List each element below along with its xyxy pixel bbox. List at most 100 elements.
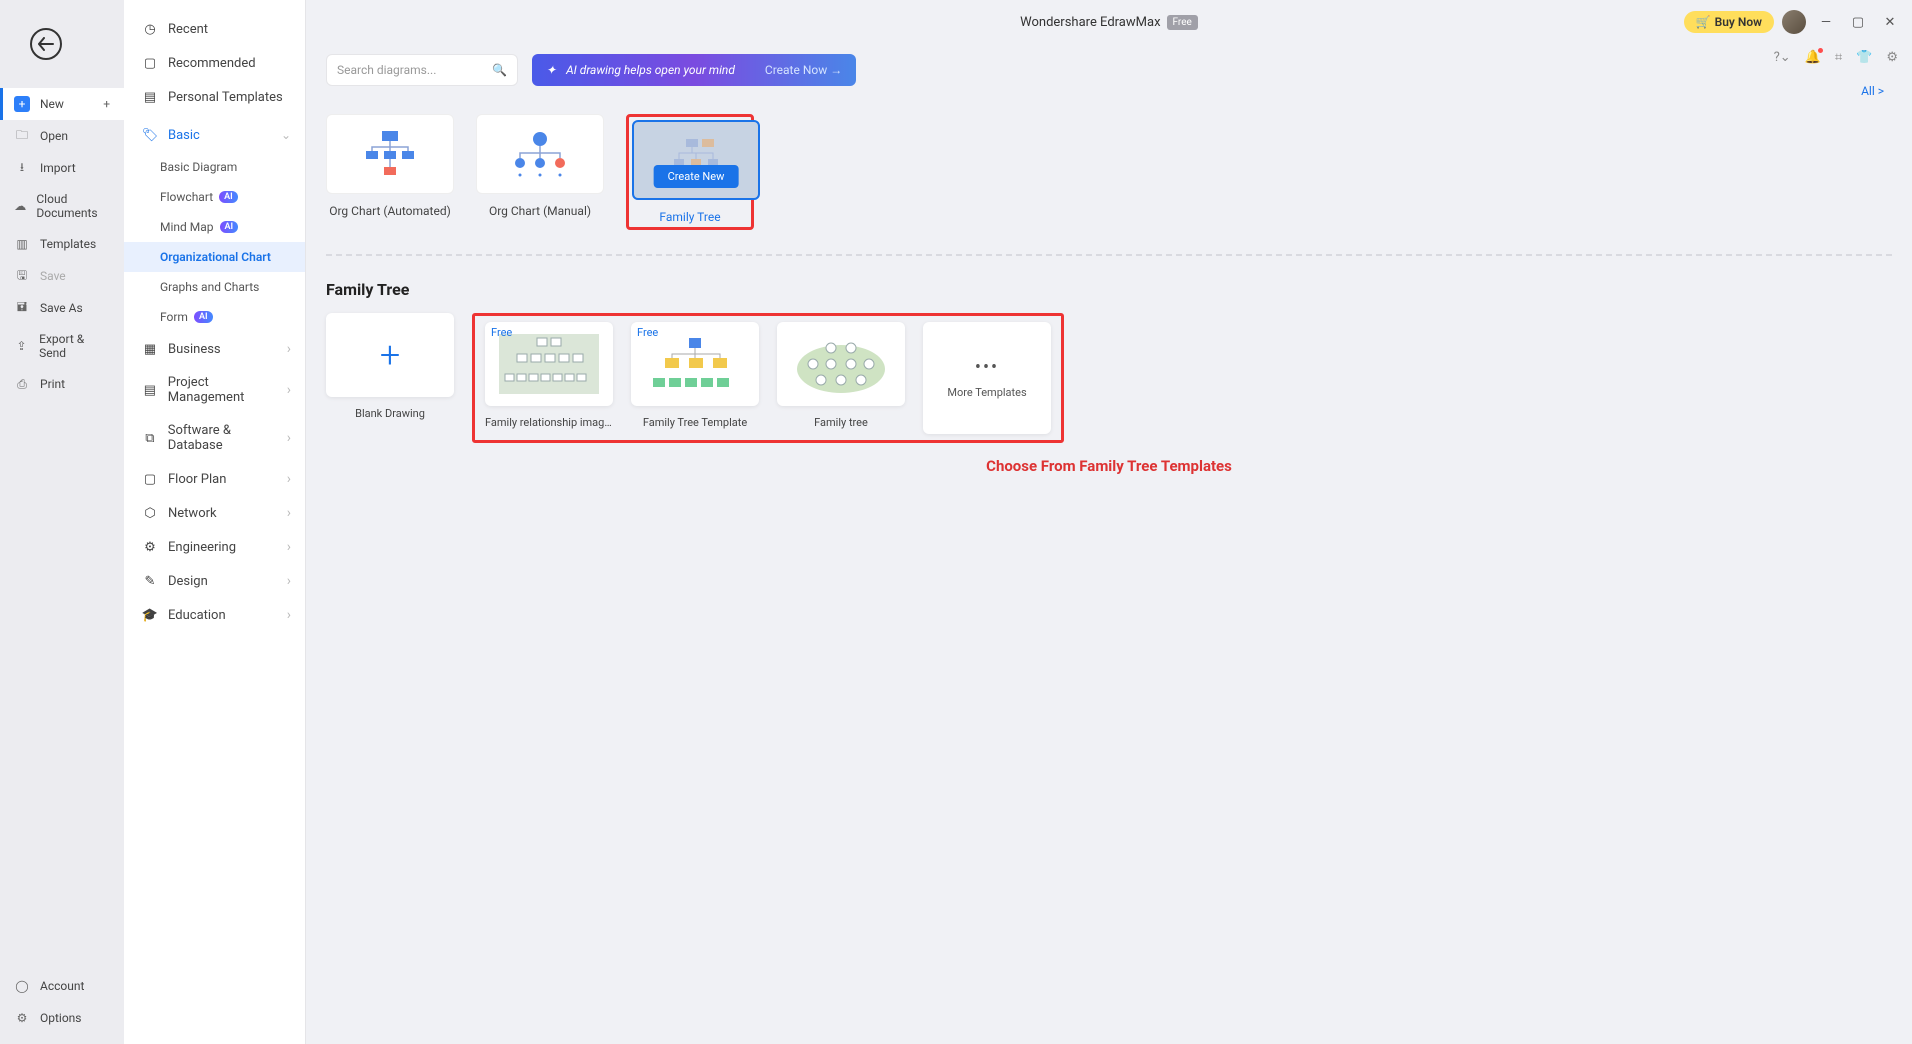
create-now-link[interactable]: Create Now → xyxy=(765,63,842,77)
file-open[interactable]: 🗀 Open xyxy=(0,120,124,152)
bell-icon[interactable]: 🔔 xyxy=(1805,50,1821,65)
sub-mindmap[interactable]: Mind MapAI xyxy=(124,212,305,242)
cat-personal[interactable]: ▤ Personal Templates xyxy=(124,80,305,114)
cat-software[interactable]: ⧉ Software & Database xyxy=(124,414,305,462)
tshirt-icon[interactable]: 👕 xyxy=(1856,50,1872,65)
maximize-button[interactable]: ▢ xyxy=(1846,10,1870,34)
sub-basic-diagram[interactable]: Basic Diagram xyxy=(124,152,305,182)
add-icon[interactable]: + xyxy=(103,97,110,111)
ellipsis-icon: ••• xyxy=(975,357,999,378)
cat-software-label: Software & Database xyxy=(168,423,287,453)
cat-floor-label: Floor Plan xyxy=(168,472,226,487)
file-account-label: Account xyxy=(40,979,84,993)
cat-recent-label: Recent xyxy=(168,22,208,37)
type-family-tree[interactable]: Create New Family Tree xyxy=(626,114,754,230)
file-open-label: Open xyxy=(40,129,68,143)
file-cloud-label: Cloud Documents xyxy=(36,192,110,220)
file-save-as-label: Save As xyxy=(40,301,83,315)
tpl-family-relationship[interactable]: Free Family relationship image ... xyxy=(485,322,613,434)
sub-form[interactable]: FormAI xyxy=(124,302,305,332)
cat-floor[interactable]: ▢ Floor Plan xyxy=(124,462,305,496)
apps-icon[interactable]: ⌗ xyxy=(1835,50,1842,65)
close-button[interactable]: ✕ xyxy=(1878,10,1902,34)
help-icon[interactable]: ?⌄ xyxy=(1774,50,1791,65)
cloud-icon: ☁ xyxy=(14,198,26,214)
cat-business-label: Business xyxy=(168,342,221,357)
cat-personal-label: Personal Templates xyxy=(168,90,283,105)
cat-business[interactable]: ▦ Business xyxy=(124,332,305,366)
tpl-blank-label: Blank Drawing xyxy=(326,407,454,420)
plus-icon: + xyxy=(380,334,400,376)
clock-icon: ◷ xyxy=(142,21,158,37)
tpl-blank[interactable]: + Blank Drawing xyxy=(326,313,454,420)
sub-graphs[interactable]: Graphs and Charts xyxy=(124,272,305,302)
more-templates[interactable]: ••• More Templates xyxy=(923,322,1051,434)
cat-network-label: Network xyxy=(168,506,217,521)
cat-design-label: Design xyxy=(168,574,208,589)
file-export-label: Export & Send xyxy=(39,332,110,360)
tpl-family-tree-template[interactable]: Free Family Tree Template xyxy=(631,322,759,434)
gear-icon: ⚙ xyxy=(14,1010,30,1026)
buy-now-button[interactable]: 🛒 Buy Now xyxy=(1684,11,1774,33)
back-button[interactable] xyxy=(30,28,62,60)
cat-education[interactable]: 🎓 Education xyxy=(124,598,305,632)
file-print[interactable]: ⎙ Print xyxy=(0,368,124,400)
search-placeholder: Search diagrams... xyxy=(337,63,436,77)
recommended-icon: ▢ xyxy=(142,55,158,71)
file-templates[interactable]: ▥ Templates xyxy=(0,228,124,260)
buy-now-label: Buy Now xyxy=(1715,15,1762,29)
section-title: Family Tree xyxy=(326,280,1892,299)
file-save-as[interactable]: 🖬 Save As xyxy=(0,292,124,324)
type-org-manual[interactable]: Org Chart (Manual) xyxy=(476,114,604,230)
cat-design[interactable]: ✎ Design xyxy=(124,564,305,598)
file-options[interactable]: ⚙ Options xyxy=(0,1002,124,1034)
file-account[interactable]: ◯ Account xyxy=(0,970,124,1002)
type-org-manual-label: Org Chart (Manual) xyxy=(476,204,604,218)
free-tag: Free xyxy=(637,326,658,339)
user-avatar[interactable] xyxy=(1782,10,1806,34)
cat-project-label: Project Management xyxy=(168,375,287,405)
create-new-button[interactable]: Create New xyxy=(654,165,739,188)
cat-recent[interactable]: ◷ Recent xyxy=(124,12,305,46)
cat-project[interactable]: ▤ Project Management xyxy=(124,366,305,414)
cat-recommended[interactable]: ▢ Recommended xyxy=(124,46,305,80)
file-import[interactable]: ⭳ Import xyxy=(0,152,124,184)
account-icon: ◯ xyxy=(14,978,30,994)
file-print-label: Print xyxy=(40,377,65,391)
save-icon: 🖫 xyxy=(14,268,30,284)
file-save-label: Save xyxy=(40,269,66,283)
cat-engineering[interactable]: ⚙ Engineering xyxy=(124,530,305,564)
tag-icon: 🏷 xyxy=(142,127,158,143)
cart-icon: 🛒 xyxy=(1696,15,1711,29)
print-icon: ⎙ xyxy=(14,376,30,392)
cat-basic-label: Basic xyxy=(168,128,200,143)
sub-org-chart[interactable]: Organizational Chart xyxy=(124,242,305,272)
business-icon: ▦ xyxy=(142,341,158,357)
sub-flowchart[interactable]: FlowchartAI xyxy=(124,182,305,212)
search-icon: 🔍 xyxy=(492,63,507,77)
cat-basic[interactable]: 🏷 Basic xyxy=(124,118,305,152)
file-new[interactable]: + New + xyxy=(0,88,124,120)
export-icon: ⇪ xyxy=(14,338,29,354)
type-org-auto[interactable]: Org Chart (Automated) xyxy=(326,114,454,230)
file-export[interactable]: ⇪ Export & Send xyxy=(0,324,124,368)
folder-icon: 🗀 xyxy=(14,128,30,144)
tpl-family-tree[interactable]: Family tree xyxy=(777,322,905,434)
free-tag: Free xyxy=(491,326,512,339)
file-new-label: New xyxy=(40,97,64,111)
ai-banner[interactable]: ✦ AI drawing helps open your mind Create… xyxy=(532,54,856,86)
floor-icon: ▢ xyxy=(142,471,158,487)
cat-network[interactable]: ⬡ Network xyxy=(124,496,305,530)
engineering-icon: ⚙ xyxy=(142,539,158,555)
network-icon: ⬡ xyxy=(142,505,158,521)
file-save: 🖫 Save xyxy=(0,260,124,292)
settings-icon[interactable]: ⚙ xyxy=(1886,50,1898,65)
tpl-t3-label: Family tree xyxy=(777,416,905,429)
ai-banner-text: AI drawing helps open your mind xyxy=(566,63,735,77)
project-icon: ▤ xyxy=(142,382,158,398)
search-input[interactable]: Search diagrams... 🔍 xyxy=(326,54,518,86)
cat-engineering-label: Engineering xyxy=(168,540,236,555)
minimize-button[interactable]: — xyxy=(1814,10,1838,34)
file-cloud[interactable]: ☁ Cloud Documents xyxy=(0,184,124,228)
ai-badge: AI xyxy=(194,311,213,323)
